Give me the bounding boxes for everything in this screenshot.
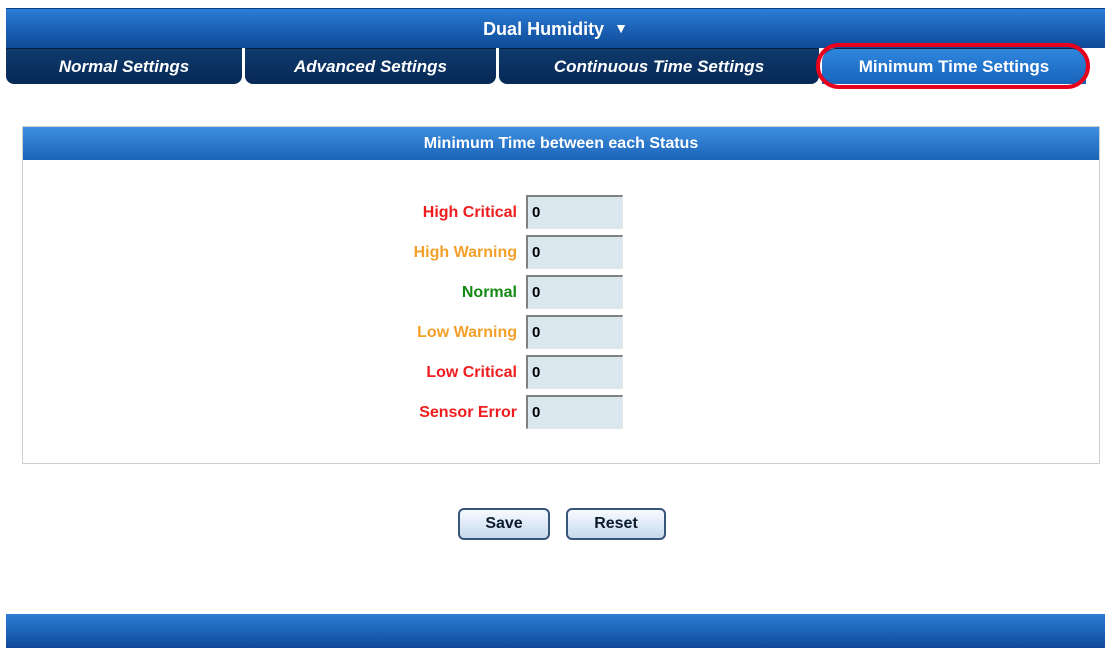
low-critical-input[interactable] (526, 355, 623, 389)
sensor-title[interactable]: Dual Humidity ▼ (6, 19, 1105, 40)
tab-advanced-settings[interactable]: Advanced Settings (245, 48, 496, 84)
tab-normal-settings[interactable]: Normal Settings (6, 48, 242, 84)
row-low-critical: Low Critical (23, 355, 1099, 389)
reset-button[interactable]: Reset (566, 508, 666, 540)
row-sensor-error: Sensor Error (23, 395, 1099, 429)
high-critical-input[interactable] (526, 195, 623, 229)
tab-continuous-time-settings[interactable]: Continuous Time Settings (499, 48, 819, 84)
label-high-warning: High Warning (413, 244, 517, 261)
minimum-time-panel: Minimum Time between each Status High Cr… (22, 126, 1100, 464)
normal-input[interactable] (526, 275, 623, 309)
sensor-error-input[interactable] (526, 395, 623, 429)
panel-title: Minimum Time between each Status (23, 127, 1099, 160)
row-high-warning: High Warning (23, 235, 1099, 269)
label-low-warning: Low Warning (417, 324, 517, 341)
tab-minimum-time-settings[interactable]: Minimum Time Settings (822, 48, 1086, 84)
label-low-critical: Low Critical (426, 364, 517, 381)
label-normal: Normal (461, 284, 517, 301)
row-high-critical: High Critical (23, 195, 1099, 229)
row-normal: Normal (23, 275, 1099, 309)
save-button[interactable]: Save (458, 508, 550, 540)
low-warning-input[interactable] (526, 315, 623, 349)
dropdown-caret-icon[interactable]: ▼ (614, 20, 628, 36)
footer-bar (6, 614, 1105, 648)
sensor-title-text: Dual Humidity (483, 19, 605, 39)
row-low-warning: Low Warning (23, 315, 1099, 349)
label-high-critical: High Critical (422, 204, 517, 221)
high-warning-input[interactable] (526, 235, 623, 269)
title-bar: Dual Humidity ▼ (6, 8, 1105, 48)
label-sensor-error: Sensor Error (419, 404, 517, 421)
